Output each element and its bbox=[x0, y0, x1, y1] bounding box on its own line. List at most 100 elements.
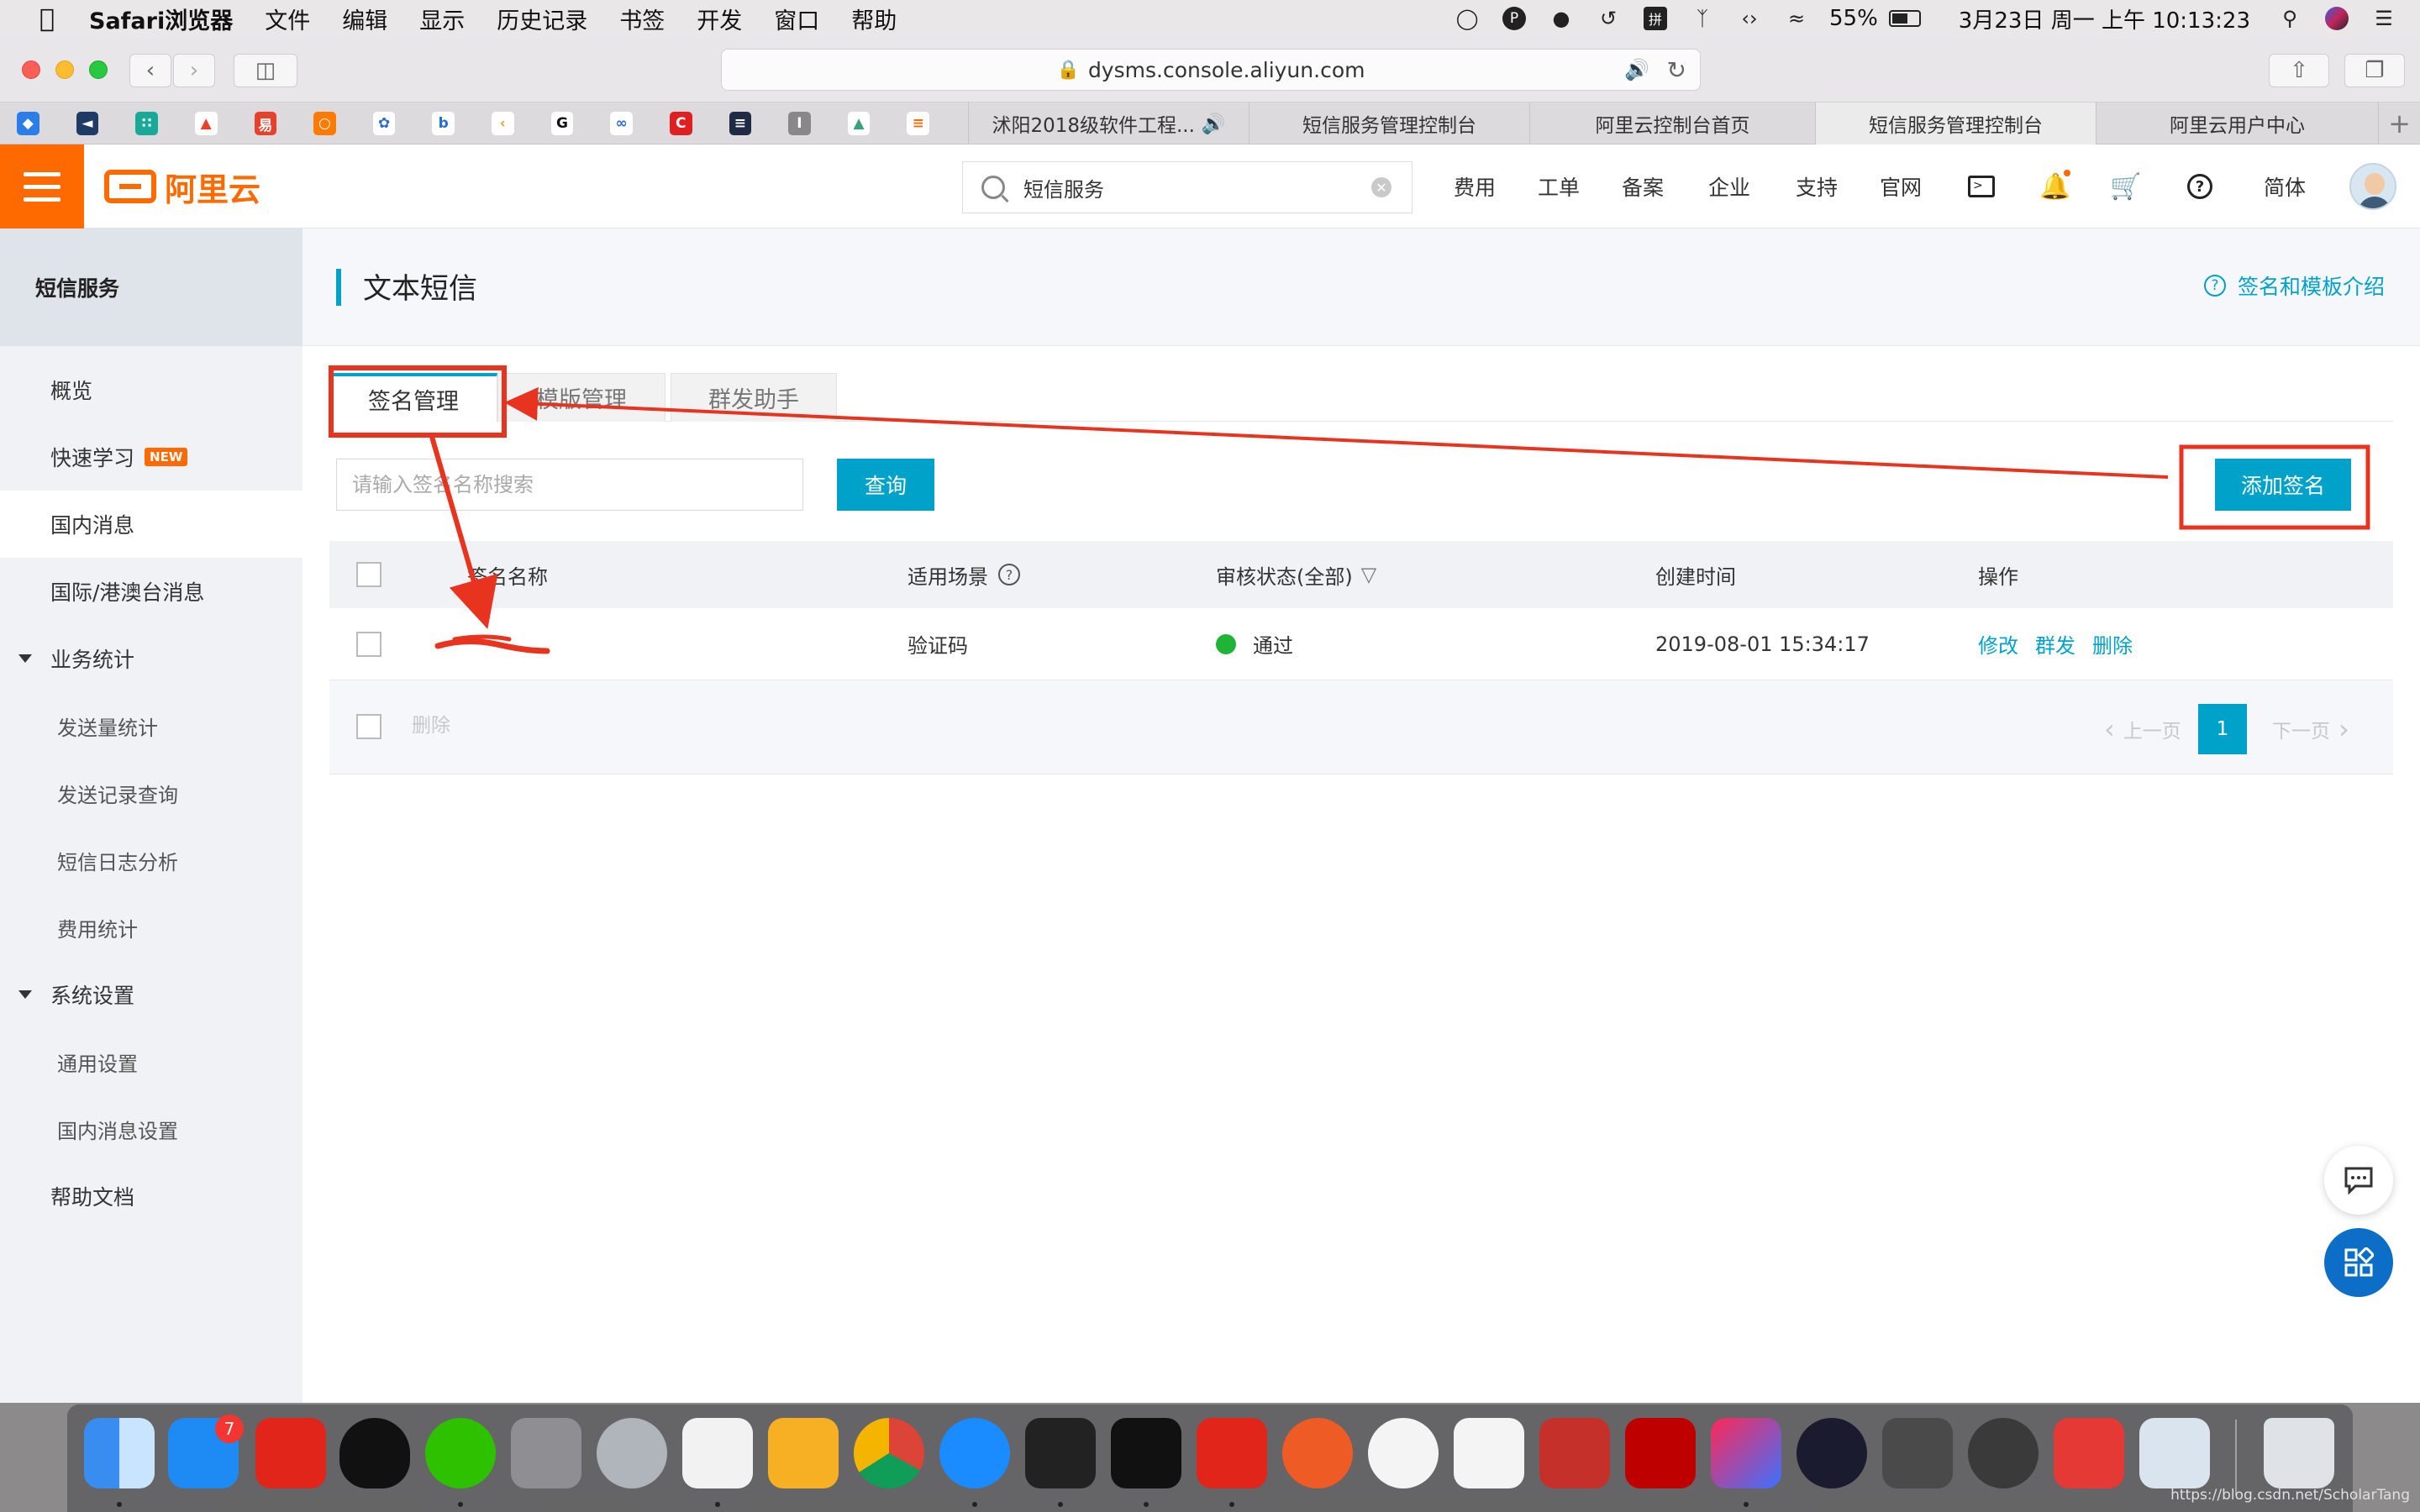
pinned-tab-icon[interactable]: ∷ bbox=[135, 112, 158, 135]
clear-search-icon[interactable]: ✕ bbox=[1371, 177, 1392, 197]
pinned-tab-icon[interactable]: ∞ bbox=[610, 112, 633, 135]
menu-history[interactable]: 历史记录 bbox=[497, 3, 587, 35]
nav-icp[interactable]: 备案 bbox=[1622, 144, 1664, 228]
console-search[interactable]: ✕ bbox=[962, 161, 1413, 213]
nav-ticket[interactable]: 工单 bbox=[1538, 144, 1580, 228]
aliyun-logo[interactable]: 阿里云 bbox=[104, 168, 260, 208]
netease-music-icon[interactable] bbox=[255, 1418, 326, 1488]
menu-toggle-button[interactable] bbox=[0, 144, 84, 228]
bluetooth-icon[interactable]: ᛉ bbox=[1688, 4, 1717, 33]
language-switch[interactable]: 简体 bbox=[2264, 144, 2306, 228]
system-preferences-icon[interactable] bbox=[511, 1418, 581, 1488]
pinned-tab-icon[interactable]: ◄ bbox=[76, 112, 99, 135]
youdao-icon[interactable] bbox=[1197, 1418, 1267, 1488]
menu-bookmarks[interactable]: 书签 bbox=[619, 3, 665, 35]
tab-bulk-assistant[interactable]: 群发助手 bbox=[671, 373, 837, 422]
browser-tab-5[interactable]: 阿里云用户中心 bbox=[2096, 102, 2378, 144]
menu-view[interactable]: 显示 bbox=[419, 3, 465, 35]
browser-tab-2[interactable]: 短信服务管理控制台 bbox=[1249, 102, 1529, 144]
question-circle-icon[interactable]: ? bbox=[998, 564, 1020, 585]
sidebar-item-send-volume[interactable]: 发送量统计 bbox=[0, 692, 302, 759]
iterm-icon[interactable] bbox=[1025, 1418, 1096, 1488]
menu-edit[interactable]: 编辑 bbox=[342, 3, 387, 35]
footer-select-all-checkbox[interactable] bbox=[356, 714, 381, 739]
pinned-tab-icon[interactable]: ‹ bbox=[492, 112, 514, 135]
sidebar-item-international[interactable]: 国际/港澳台消息 bbox=[0, 558, 302, 625]
pinned-tab-icon[interactable]: 易 bbox=[254, 112, 277, 135]
sidebar-item-domestic[interactable]: 国内消息 bbox=[0, 491, 302, 558]
apps-float-button[interactable] bbox=[2324, 1228, 2393, 1297]
postman-icon[interactable] bbox=[1282, 1418, 1353, 1488]
tab-audio-icon[interactable]: 🔊 bbox=[1202, 113, 1226, 135]
new-tab-button[interactable]: + bbox=[2378, 102, 2420, 144]
filezilla-icon[interactable] bbox=[1625, 1418, 1696, 1488]
console-search-input[interactable] bbox=[1022, 175, 1358, 200]
pinned-tab-icon[interactable]: ▲ bbox=[194, 112, 218, 135]
sidebar-item-send-records[interactable]: 发送记录查询 bbox=[0, 759, 302, 827]
chrome-icon[interactable] bbox=[854, 1418, 924, 1488]
quicktime-icon[interactable] bbox=[1968, 1418, 2039, 1488]
launchpad-icon[interactable] bbox=[597, 1418, 667, 1488]
cart-icon[interactable]: 🛒 bbox=[2109, 170, 2143, 203]
qq-icon[interactable] bbox=[339, 1418, 410, 1488]
window-zoom-button[interactable] bbox=[89, 60, 108, 79]
sidebar-item-help-docs[interactable]: 帮助文档 bbox=[0, 1163, 302, 1230]
clock[interactable]: 3月23日 周一 上午 10:13:23 bbox=[1959, 3, 2250, 34]
time-machine-icon[interactable]: ↺ bbox=[1594, 4, 1623, 33]
redis-icon[interactable] bbox=[1539, 1418, 1610, 1488]
sidebar-item-quick-start[interactable]: 快速学习 NEW bbox=[0, 423, 302, 491]
pdf-reader-icon[interactable] bbox=[2054, 1418, 2124, 1488]
intellij-icon[interactable] bbox=[1711, 1418, 1781, 1488]
sidebar-item-cost-stats[interactable]: 费用统计 bbox=[0, 894, 302, 961]
code-icon[interactable]: ‹› bbox=[1735, 4, 1764, 33]
bulk-send-link[interactable]: 群发 bbox=[2035, 629, 2075, 659]
speaker-icon[interactable]: 🔊 bbox=[1624, 58, 1649, 81]
window-minimize-button[interactable] bbox=[55, 60, 74, 79]
sublime-icon[interactable] bbox=[1882, 1418, 1953, 1488]
pinned-tab-icon[interactable]: ◆ bbox=[17, 112, 39, 135]
row-checkbox[interactable] bbox=[356, 632, 381, 657]
sidebar-group-settings[interactable]: 系统设置 bbox=[0, 961, 302, 1028]
tab-sign-management[interactable]: 签名管理 bbox=[329, 373, 497, 422]
finder-icon[interactable] bbox=[84, 1418, 155, 1488]
window-close-button[interactable] bbox=[22, 60, 40, 79]
qq-tray-icon[interactable]: ◯ bbox=[1453, 4, 1481, 33]
sidebar-toggle-button[interactable]: ◫ bbox=[234, 54, 297, 87]
back-button[interactable]: ‹ bbox=[129, 54, 171, 87]
pages-icon[interactable] bbox=[768, 1418, 839, 1488]
query-button[interactable]: 查询 bbox=[837, 459, 934, 511]
p-tray-icon[interactable]: P bbox=[1500, 4, 1528, 33]
pinned-tab-icon[interactable]: ▲ bbox=[847, 112, 871, 135]
add-sign-button[interactable]: 添加签名 bbox=[2215, 459, 2351, 511]
menu-window[interactable]: 窗口 bbox=[774, 3, 819, 35]
trash-icon[interactable] bbox=[2264, 1418, 2334, 1488]
pinned-tab-icon[interactable]: ✿ bbox=[372, 112, 396, 135]
menu-develop[interactable]: 开发 bbox=[697, 3, 742, 35]
nav-support[interactable]: 支持 bbox=[1796, 144, 1838, 228]
menu-help[interactable]: 帮助 bbox=[851, 3, 897, 35]
pinned-tab-icon[interactable]: b bbox=[432, 112, 455, 135]
textedit-icon[interactable] bbox=[1454, 1418, 1524, 1488]
pinned-tab-icon[interactable]: ≡ bbox=[729, 112, 752, 135]
pinned-tab-icon[interactable]: C bbox=[669, 112, 692, 135]
prev-page-button[interactable]: ‹ 上一页 bbox=[2104, 704, 2181, 754]
siri-icon[interactable] bbox=[2323, 4, 2351, 33]
bulk-delete-button[interactable]: 删除 bbox=[412, 709, 450, 738]
nav-official-site[interactable]: 官网 bbox=[1880, 144, 1922, 228]
tab-template-management[interactable]: 模版管理 bbox=[497, 373, 666, 422]
sidebar-group-statistics[interactable]: 业务统计 bbox=[0, 625, 302, 692]
filter-icon[interactable]: ▽ bbox=[1361, 563, 1376, 586]
tab-overview-button[interactable]: ❐ bbox=[2344, 54, 2405, 87]
pinned-tab-icon[interactable]: ○ bbox=[313, 112, 336, 135]
battery-icon[interactable] bbox=[1886, 4, 1923, 33]
typora-icon[interactable] bbox=[682, 1418, 753, 1488]
sign-search-input[interactable] bbox=[336, 459, 803, 511]
dbeaver-icon[interactable] bbox=[1368, 1418, 1439, 1488]
preview-icon[interactable] bbox=[2139, 1418, 2210, 1488]
spotlight-search-icon[interactable]: ⚲ bbox=[2275, 4, 2304, 33]
browser-tab-4[interactable]: 短信服务管理控制台 bbox=[1815, 102, 2096, 144]
share-button[interactable]: ⇧ bbox=[2269, 54, 2329, 87]
address-bar[interactable]: 🔒 dysms.console.aliyun.com 🔊 ↻ bbox=[721, 49, 1701, 91]
forward-button[interactable]: › bbox=[173, 54, 215, 87]
next-page-button[interactable]: 下一页 › bbox=[2272, 704, 2349, 754]
